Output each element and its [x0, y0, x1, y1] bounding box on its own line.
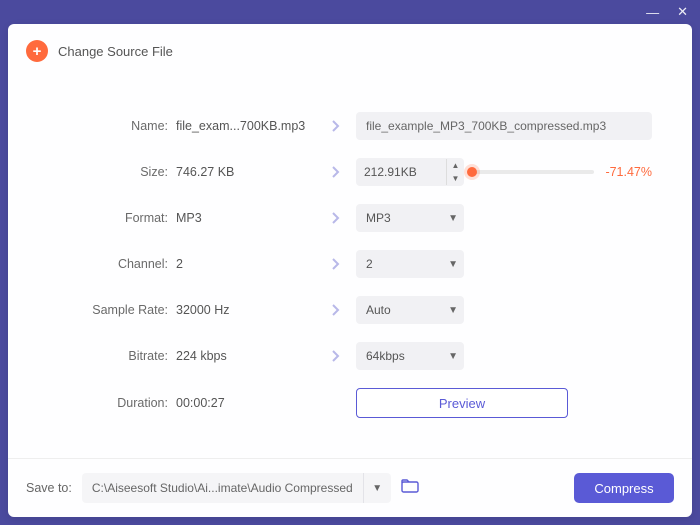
- chevron-down-icon: ▼: [448, 213, 458, 224]
- output-name-field[interactable]: file_example_MP3_700KB_compressed.mp3: [356, 112, 652, 140]
- bitrate-selected: 64kbps: [366, 349, 405, 363]
- arrow-icon: [316, 258, 356, 270]
- chevron-down-icon: ▼: [448, 305, 458, 316]
- format-value: MP3: [176, 211, 316, 225]
- samplerate-dropdown[interactable]: Auto ▼: [356, 296, 464, 324]
- duration-label: Duration:: [48, 396, 176, 410]
- close-button[interactable]: ✕: [677, 4, 688, 20]
- bitrate-value: 224 kbps: [176, 349, 316, 363]
- size-label: Size:: [48, 165, 176, 179]
- size-slider[interactable]: [472, 170, 594, 174]
- output-size-spinner[interactable]: 212.91KB ▲ ▼: [356, 158, 464, 186]
- bitrate-label: Bitrate:: [48, 349, 176, 363]
- change-source-label: Change Source File: [58, 44, 173, 59]
- chevron-down-icon: ▼: [448, 351, 458, 362]
- format-dropdown[interactable]: MP3 ▼: [356, 204, 464, 232]
- arrow-icon: [316, 120, 356, 132]
- slider-thumb[interactable]: [467, 167, 477, 177]
- channel-label: Channel:: [48, 257, 176, 271]
- plus-icon: +: [26, 40, 48, 62]
- bitrate-dropdown[interactable]: 64kbps ▼: [356, 342, 464, 370]
- arrow-icon: [316, 350, 356, 362]
- name-label: Name:: [48, 119, 176, 133]
- channel-dropdown[interactable]: 2 ▼: [356, 250, 464, 278]
- format-selected: MP3: [366, 211, 391, 225]
- arrow-icon: [316, 304, 356, 316]
- name-value: file_exam...700KB.mp3: [176, 119, 316, 133]
- size-percent: -71.47%: [602, 165, 652, 179]
- duration-value: 00:00:27: [176, 396, 316, 410]
- arrow-icon: [316, 166, 356, 178]
- chevron-down-icon: ▼: [448, 259, 458, 270]
- format-label: Format:: [48, 211, 176, 225]
- save-to-label: Save to:: [26, 481, 72, 495]
- minimize-button[interactable]: —: [646, 5, 659, 20]
- open-folder-button[interactable]: [401, 479, 419, 498]
- chevron-down-icon[interactable]: ▼: [363, 473, 391, 503]
- samplerate-selected: Auto: [366, 303, 391, 317]
- channel-value: 2: [176, 257, 316, 271]
- preview-button[interactable]: Preview: [356, 388, 568, 418]
- samplerate-label: Sample Rate:: [48, 303, 176, 317]
- spinner-up[interactable]: ▲: [447, 159, 464, 172]
- arrow-icon: [316, 212, 356, 224]
- size-value: 746.27 KB: [176, 165, 316, 179]
- output-size-value: 212.91KB: [356, 165, 446, 179]
- change-source-file[interactable]: + Change Source File: [8, 24, 692, 72]
- compress-button[interactable]: Compress: [574, 473, 674, 503]
- save-path-value: C:\Aiseesoft Studio\Ai...imate\Audio Com…: [82, 481, 363, 495]
- channel-selected: 2: [366, 257, 373, 271]
- save-path-dropdown[interactable]: C:\Aiseesoft Studio\Ai...imate\Audio Com…: [82, 473, 391, 503]
- spinner-down[interactable]: ▼: [447, 172, 464, 185]
- samplerate-value: 32000 Hz: [176, 303, 316, 317]
